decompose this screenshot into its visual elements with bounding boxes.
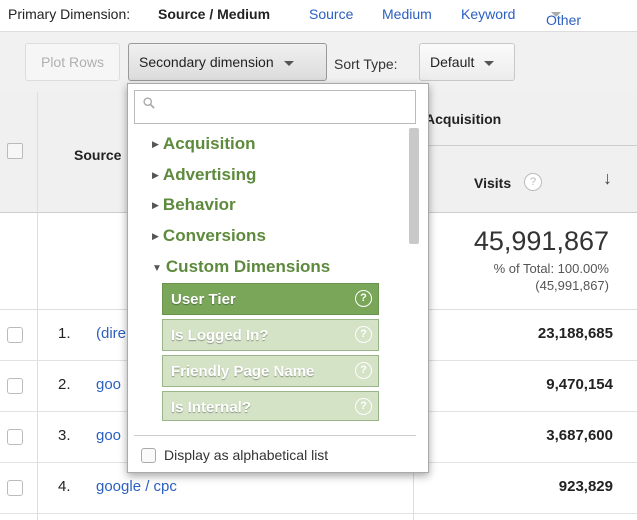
dimension-item-label: Friendly Page Name [171, 363, 315, 380]
source-column-header[interactable]: Source [74, 147, 121, 163]
help-icon[interactable]: ? [355, 290, 372, 307]
total-visits-percent: % of Total: 100.00% [493, 261, 609, 276]
dimension-item-is-internal[interactable]: Is Internal? ? [162, 391, 379, 421]
secondary-dimension-label: Secondary dimension [139, 54, 274, 70]
sort-type-select[interactable]: Default [419, 43, 515, 81]
category-advertising[interactable]: ▶ Advertising [152, 165, 256, 185]
header-divider [414, 145, 637, 146]
acquisition-group-header: Acquisition [425, 111, 502, 127]
dimension-item-label: Is Logged In? [171, 327, 269, 344]
plot-rows-button[interactable]: Plot Rows [25, 43, 120, 81]
row-checkbox[interactable] [7, 378, 23, 394]
category-label: Advertising [162, 165, 257, 184]
alphabetical-list-checkbox[interactable] [141, 448, 156, 463]
row-checkbox[interactable] [7, 480, 23, 496]
dropdown-scrollbar[interactable] [409, 128, 419, 244]
row-visits-value: 23,188,685 [537, 325, 613, 342]
expand-triangle-icon: ▶ [152, 231, 159, 241]
total-visits-value: 45,991,867 [473, 226, 609, 256]
sort-type-value: Default [430, 54, 475, 70]
row-source-link[interactable]: goo [96, 427, 121, 444]
dropdown-divider [134, 435, 416, 436]
primary-dimension-bar: Primary Dimension: Source / Medium Sourc… [0, 0, 637, 30]
total-visits-absolute: (45,991,867) [535, 278, 609, 293]
dimension-item-label: Is Internal? [171, 399, 252, 416]
chevron-down-icon [551, 12, 561, 17]
help-icon[interactable]: ? [524, 173, 542, 191]
sort-descending-icon[interactable]: ↓ [603, 168, 612, 189]
row-checkbox[interactable] [7, 327, 23, 343]
category-custom-dimensions[interactable]: ▼ Custom Dimensions [152, 257, 330, 277]
help-icon[interactable]: ? [355, 398, 372, 415]
row-number: 4. [58, 478, 71, 495]
expand-triangle-icon: ▶ [152, 200, 159, 210]
primary-dimension-medium-link[interactable]: Medium [382, 6, 432, 22]
row-source-link[interactable]: goo [96, 376, 121, 393]
alphabetical-list-label[interactable]: Display as alphabetical list [164, 447, 328, 463]
category-conversions[interactable]: ▶ Conversions [152, 226, 266, 246]
plot-rows-label: Plot Rows [40, 54, 105, 70]
help-icon[interactable]: ? [355, 326, 372, 343]
category-behavior[interactable]: ▶ Behavior [152, 195, 236, 215]
row-number: 3. [58, 427, 71, 444]
row-checkbox[interactable] [7, 429, 23, 445]
sort-type-label: Sort Type: [334, 56, 398, 72]
category-acquisition[interactable]: ▶ Acquisition [152, 134, 255, 154]
row-source-link[interactable]: google / cpc [96, 478, 177, 495]
row-source-link[interactable]: (dire [96, 325, 126, 342]
collapse-triangle-icon: ▼ [152, 263, 162, 274]
primary-dimension-active: Source / Medium [158, 6, 271, 22]
primary-dimension-source-link[interactable]: Source [309, 6, 353, 22]
category-label: Conversions [162, 226, 266, 245]
help-icon[interactable]: ? [355, 362, 372, 379]
search-icon [143, 97, 155, 109]
dimension-item-friendly-page-name[interactable]: Friendly Page Name ? [162, 355, 379, 387]
row-number: 2. [58, 376, 71, 393]
secondary-dimension-dropdown: ▶ Acquisition ▶ Advertising ▶ Behavior ▶ Con… [127, 83, 429, 473]
category-label: Acquisition [162, 134, 256, 153]
category-label: Behavior [162, 195, 236, 214]
row-visits-value: 9,470,154 [546, 376, 613, 393]
chevron-down-icon [283, 60, 294, 66]
visits-column-header[interactable]: Visits [474, 175, 511, 191]
row-number: 1. [58, 325, 71, 342]
chevron-down-icon [484, 60, 495, 66]
category-label: Custom Dimensions [165, 257, 331, 276]
primary-dimension-label: Primary Dimension: [8, 6, 131, 22]
expand-triangle-icon: ▶ [152, 139, 159, 149]
dimension-item-is-logged-in[interactable]: Is Logged In? ? [162, 319, 379, 351]
row-visits-value: 3,687,600 [546, 427, 613, 444]
dimension-search-input[interactable] [165, 97, 409, 115]
dimension-item-user-tier[interactable]: User Tier ? [162, 283, 379, 315]
row-visits-value: 923,829 [558, 478, 613, 495]
expand-triangle-icon: ▶ [152, 170, 159, 180]
dimension-item-label: User Tier [171, 291, 236, 308]
primary-dimension-keyword-link[interactable]: Keyword [461, 6, 515, 22]
secondary-dimension-button[interactable]: Secondary dimension [128, 43, 327, 81]
dimension-search-field[interactable] [134, 90, 416, 124]
select-all-checkbox[interactable] [7, 143, 23, 159]
